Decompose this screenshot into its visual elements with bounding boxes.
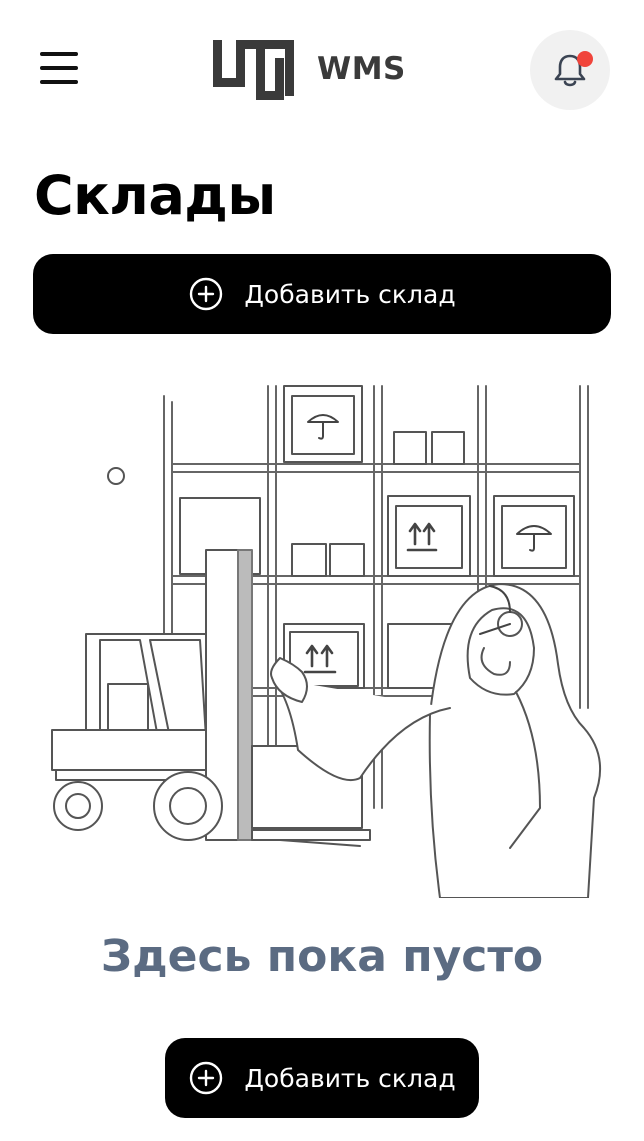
app-header: WMS (0, 0, 644, 140)
menu-button[interactable] (34, 48, 82, 90)
add-warehouse-label: Добавить склад (244, 1063, 456, 1093)
hamburger-line (40, 52, 78, 56)
logo-text: WMS (317, 51, 406, 87)
hamburger-line (40, 80, 78, 84)
logo-mark-icon (213, 40, 294, 100)
add-warehouse-button[interactable]: Добавить склад (33, 254, 611, 334)
decor-circle (107, 467, 125, 485)
add-warehouse-label: Добавить склад (244, 279, 456, 309)
page-title: Склады (34, 164, 276, 227)
app-logo[interactable]: WMS (211, 36, 406, 102)
add-warehouse-empty-button[interactable]: Добавить склад (165, 1038, 479, 1118)
hamburger-line (40, 66, 78, 70)
notification-badge (577, 51, 593, 67)
plus-circle-icon (190, 1061, 223, 1095)
plus-circle-icon (190, 277, 223, 311)
empty-state-title: Здесь пока пусто (100, 931, 544, 982)
notifications-button[interactable] (530, 30, 610, 110)
empty-warehouse-illustration (51, 385, 601, 898)
